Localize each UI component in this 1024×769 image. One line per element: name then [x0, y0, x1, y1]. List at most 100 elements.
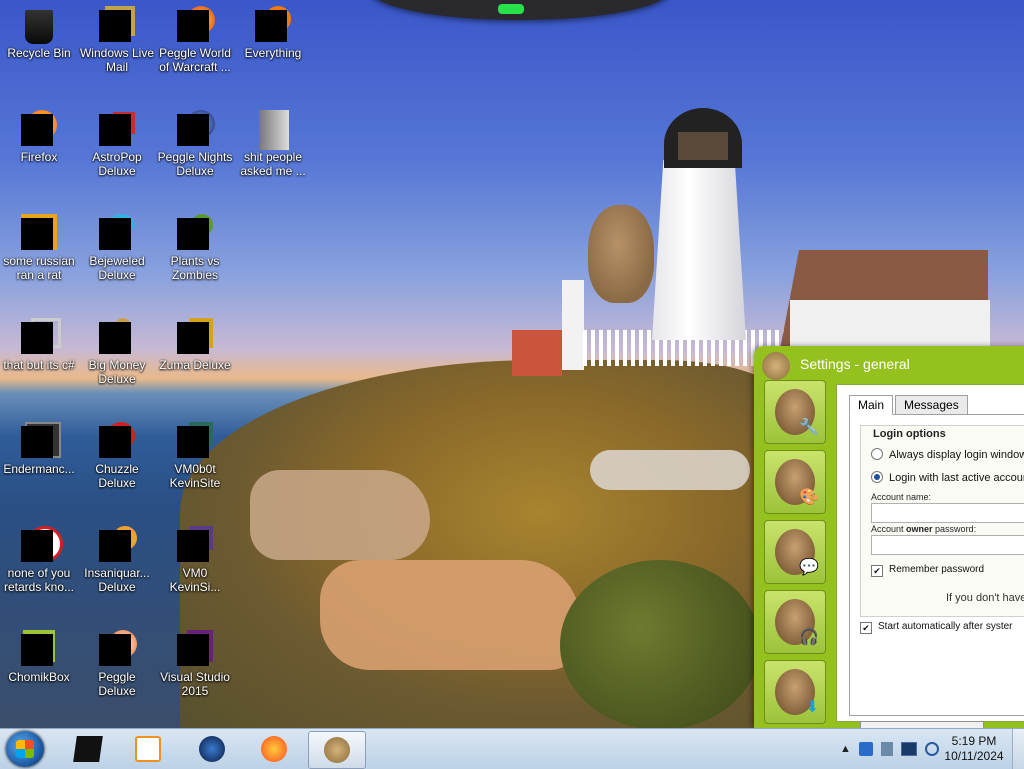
desktop-icon-firefox[interactable]: Firefox: [0, 104, 78, 164]
desktop-icon-chuzzle[interactable]: Chuzzle Deluxe: [78, 416, 156, 490]
desktop-icon-none-of-you[interactable]: none of you retards kno...: [0, 520, 78, 594]
label-part: owner: [906, 524, 933, 534]
app-icon: [21, 422, 61, 458]
taskbar-item-browser[interactable]: [184, 731, 240, 767]
bush-scenery: [560, 560, 760, 728]
shed-scenery: [512, 330, 562, 376]
desktop-icon-label: Windows Live Mail: [79, 46, 155, 74]
account-password-field[interactable]: [871, 535, 1024, 555]
zuma-icon: [177, 318, 213, 354]
download-arrow-icon: ⬇: [805, 699, 819, 716]
desktop-icon-insaniquarium[interactable]: Insaniquar... Deluxe: [78, 520, 156, 594]
taskbar-item-hamster-settings[interactable]: [308, 731, 366, 769]
astropop-icon: [99, 110, 135, 146]
tray-expand-arrow-icon[interactable]: ▲: [840, 743, 851, 755]
desktop-icon-label: AstroPop Deluxe: [92, 150, 142, 178]
system-tray: ▲: [840, 733, 939, 765]
app-icon: [21, 526, 63, 562]
radio-button[interactable]: [871, 448, 883, 460]
account-name-label: Account name:: [871, 492, 932, 502]
sidebar-item-appearance[interactable]: 🎨: [764, 450, 826, 514]
firefox-icon: [21, 110, 57, 146]
desktop-icon-vm0b0t[interactable]: VM0b0t KevinSite: [156, 416, 234, 490]
taskbar-item-firefox[interactable]: [246, 731, 302, 767]
desktop-icon-label: Plants vs Zombies: [170, 254, 220, 282]
start-button[interactable]: [6, 731, 44, 767]
peggle-icon: [177, 6, 215, 42]
stack-icon: [21, 318, 61, 354]
desktop-icon-label: Zuma Deluxe: [159, 358, 231, 372]
radio-button[interactable]: [871, 471, 883, 483]
desktop-icon-zuma[interactable]: Zuma Deluxe: [156, 312, 234, 372]
sidebar-item-sound[interactable]: 🎧: [764, 590, 826, 654]
desktop-icon-vm0-kevinsite[interactable]: VM0 KevinSi...: [156, 520, 234, 594]
desktop-icon-folder[interactable]: shit people asked me ...: [234, 104, 312, 178]
desktop-icon-label: Bejeweled Deluxe: [89, 254, 145, 282]
rocks-scenery: [590, 450, 750, 490]
desktop-icon-label: some russian ran a rat: [3, 254, 75, 282]
checkbox[interactable]: ✔: [871, 565, 883, 577]
everything-icon: [255, 6, 291, 42]
desktop-icon-big-money[interactable]: Big Money Deluxe: [78, 312, 156, 386]
top-dock-widget[interactable]: [370, 0, 670, 20]
group-title: Login options: [873, 428, 946, 440]
taskbar-item-media-player[interactable]: [120, 731, 176, 767]
plants-icon: [177, 214, 213, 250]
desktop-icon-endermanc[interactable]: Endermanc...: [0, 416, 78, 476]
peggle-icon: [99, 630, 137, 666]
rocks-scenery: [320, 560, 580, 670]
small-tower-scenery: [562, 280, 584, 370]
desktop-icon-peggle-deluxe[interactable]: Peggle Deluxe: [78, 624, 156, 698]
rocks-scenery: [250, 470, 430, 560]
network-icon[interactable]: [858, 742, 873, 756]
taskbar-item-terminal[interactable]: [60, 731, 116, 767]
desktop-icon-label: VM0 KevinSi...: [169, 566, 221, 594]
remember-password-checkbox[interactable]: ✔ Remember password: [871, 564, 984, 577]
desktop-icon-everything[interactable]: Everything: [234, 0, 312, 60]
radio-login-last-account[interactable]: Login with last active accoun: [871, 471, 1024, 484]
account-name-field[interactable]: [871, 503, 1024, 523]
desktop-icon-visual-studio[interactable]: Visual Studio 2015: [156, 624, 234, 698]
sidebar-item-download[interactable]: ⬇: [764, 660, 826, 724]
sidebar-item-chat[interactable]: 💬: [764, 520, 826, 584]
firefox-icon: [261, 736, 287, 762]
hamster-mascot[interactable]: [588, 205, 654, 303]
desktop-icon-peggle-wow[interactable]: Peggle World of Warcraft ...: [156, 0, 234, 74]
desktop-icon-peggle-nights[interactable]: Peggle Nights Deluxe: [156, 104, 234, 178]
checkbox[interactable]: ✔: [860, 622, 872, 634]
display-icon[interactable]: [900, 742, 917, 756]
show-desktop-button[interactable]: [1012, 729, 1024, 769]
insaniquarium-icon: [99, 526, 137, 562]
radio-always-display-login[interactable]: Always display login window: [871, 448, 1024, 461]
desktop-icon-windows-live-mail[interactable]: Windows Live Mail: [78, 0, 156, 74]
desktop-icon-astropop[interactable]: AstroPop Deluxe: [78, 104, 156, 178]
checkbox-label: Remember password: [889, 564, 985, 575]
label-part: Account: [871, 524, 907, 534]
headphones-icon: 🎧: [799, 629, 819, 646]
desktop-icon-label: Everything: [244, 46, 302, 60]
clock[interactable]: 5:19 PM 10/11/2024: [938, 734, 1010, 764]
desktop-icon-that-but-its-csharp[interactable]: that but its c#: [0, 312, 78, 372]
settings-window[interactable]: Settings - general 🔧 🎨 💬 🎧 ⬇ Main Messag…: [754, 346, 1024, 736]
tab-messages[interactable]: Messages: [895, 395, 968, 415]
lighthouse-scenery: [652, 160, 746, 340]
status-led: [498, 4, 524, 14]
sidebar-item-general[interactable]: 🔧: [764, 380, 826, 444]
desktop-icon-recycle-bin[interactable]: Recycle Bin: [0, 0, 78, 60]
desktop-icon-some-russian[interactable]: some russian ran a rat: [0, 208, 78, 282]
desktop-icon-label: Insaniquar... Deluxe: [84, 566, 150, 594]
desktop-icon-plants-vs-zombies[interactable]: Plants vs Zombies: [156, 208, 234, 282]
taskbar: ▲ 5:19 PM 10/11/2024: [0, 728, 1024, 769]
sync-icon[interactable]: [924, 742, 939, 756]
start-automatically-checkbox[interactable]: ✔ Start automatically after syster: [860, 621, 1013, 634]
tab-main[interactable]: Main: [849, 395, 894, 415]
chomikbox-icon: [21, 630, 57, 666]
radio-label: Login with last active accoun: [889, 472, 1024, 484]
chuzzle-icon: [99, 422, 135, 458]
desktop-icon-chomikbox[interactable]: ChomikBox: [0, 624, 78, 684]
clock-date: 10/11/2024: [944, 749, 1004, 763]
document-icon: [21, 214, 57, 250]
tab-content: Login options Always display login windo…: [849, 414, 1024, 736]
device-icon[interactable]: [880, 742, 893, 756]
desktop-icon-bejeweled[interactable]: Bejeweled Deluxe: [78, 208, 156, 282]
